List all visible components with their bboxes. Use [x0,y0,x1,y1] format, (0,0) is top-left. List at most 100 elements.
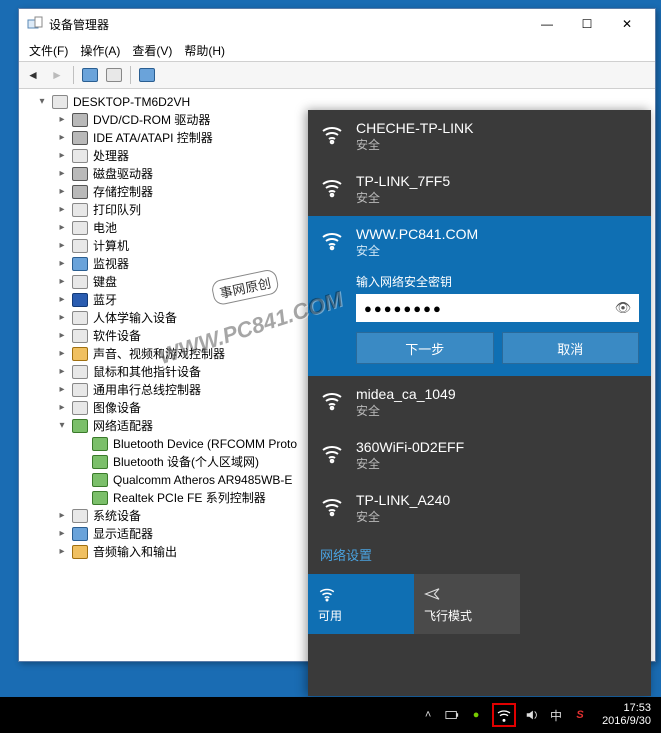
twisty-icon[interactable]: ▸ [55,381,69,399]
device-label: 软件设备 [91,327,141,345]
twisty-icon[interactable]: ▸ [55,291,69,309]
wifi-ssid: CHECHE-TP-LINK [356,120,473,136]
twisty-icon[interactable]: ▸ [55,363,69,381]
computer-icon[interactable] [80,65,100,85]
wifi-status: 安全 [356,242,478,259]
device-icon [72,544,88,560]
scan-icon[interactable] [137,65,157,85]
menu-file[interactable]: 文件(F) [23,40,74,61]
device-icon [72,148,88,164]
titlebar[interactable]: 设备管理器 — ☐ ✕ [19,9,655,39]
tray-power-icon[interactable] [444,707,460,723]
close-button[interactable]: ✕ [607,13,647,35]
device-label: 电池 [91,219,117,237]
wifi-network-item[interactable]: CHECHE-TP-LINK安全 [308,110,651,163]
wifi-network-item[interactable]: TP-LINK_7FF5安全 [308,163,651,216]
wifi-list: CHECHE-TP-LINK安全TP-LINK_7FF5安全WWW.PC841.… [308,110,651,535]
device-label: DESKTOP-TM6D2VH [71,93,190,111]
forward-button[interactable]: ► [47,65,67,85]
wifi-icon [318,585,336,603]
twisty-icon[interactable]: ▸ [55,237,69,255]
maximize-button[interactable]: ☐ [567,13,607,35]
twisty-icon[interactable]: ▸ [55,399,69,417]
wifi-network-item[interactable]: midea_ca_1049安全 [308,376,651,429]
refresh-icon[interactable] [104,65,124,85]
airplane-tile-label: 飞行模式 [424,607,472,624]
airplane-icon [424,585,442,603]
device-label: 系统设备 [91,507,141,525]
twisty-icon[interactable]: ▸ [55,111,69,129]
wifi-network-item[interactable]: 360WiFi-0D2EFF安全 [308,429,651,482]
device-icon [92,436,108,452]
menubar: 文件(F) 操作(A) 查看(V) 帮助(H) [19,39,655,61]
menu-action[interactable]: 操作(A) [74,40,126,61]
wifi-ssid: WWW.PC841.COM [356,226,478,242]
wifi-network-item[interactable]: TP-LINK_A240安全 [308,482,651,535]
device-label: 人体学输入设备 [91,309,177,327]
twisty-icon[interactable]: ▸ [55,507,69,525]
tray-status-icon[interactable]: ● [468,707,484,723]
tree-root[interactable]: ▾ DESKTOP-TM6D2VH [21,93,653,111]
twisty-icon[interactable]: ▸ [55,129,69,147]
airplane-tile[interactable]: 飞行模式 [414,574,520,634]
minimize-button[interactable]: — [527,13,567,35]
device-icon [72,220,88,236]
twisty-icon[interactable]: ▸ [55,543,69,561]
twisty-icon[interactable]: ▸ [55,309,69,327]
tray-sogou-icon[interactable]: S [572,707,588,723]
device-icon [72,346,88,362]
wifi-ssid: TP-LINK_7FF5 [356,173,450,189]
tray-wifi-icon[interactable] [492,703,516,727]
app-icon [27,16,43,32]
twisty-icon[interactable]: ▸ [55,255,69,273]
network-settings-link[interactable]: 网络设置 [308,535,651,574]
twisty-icon[interactable]: ▸ [55,147,69,165]
wifi-status: 安全 [356,402,456,419]
menu-view[interactable]: 查看(V) [126,40,178,61]
device-icon [72,184,88,200]
reveal-password-icon[interactable]: 👁 [613,300,633,316]
clock[interactable]: 17:53 2016/9/30 [596,702,657,728]
twisty-icon[interactable]: ▸ [55,327,69,345]
device-label: 通用串行总线控制器 [91,381,201,399]
cancel-button[interactable]: 取消 [502,332,640,364]
device-icon [72,364,88,380]
device-label: DVD/CD-ROM 驱动器 [91,111,210,129]
wifi-network-item[interactable]: WWW.PC841.COM安全 [308,216,651,269]
device-label: 监视器 [91,255,129,273]
twisty-icon[interactable]: ▸ [55,219,69,237]
twisty-icon[interactable]: ▸ [55,273,69,291]
device-icon [72,292,88,308]
twisty-icon[interactable]: ▸ [55,183,69,201]
twisty-icon[interactable]: ▸ [55,345,69,363]
wifi-icon [320,228,344,252]
tray-chevron-icon[interactable]: ˄ [420,707,436,723]
toolbar: ◄ ► [19,61,655,89]
password-prompt: 输入网络安全密钥 [356,273,639,290]
device-label: IDE ATA/ATAPI 控制器 [91,129,213,147]
separator [73,66,74,84]
twisty-icon[interactable]: ▾ [55,417,69,435]
device-label: 磁盘驱动器 [91,165,153,183]
tray-volume-icon[interactable] [524,707,540,723]
tray-ime-indicator[interactable]: 中 [548,707,564,723]
twisty-icon[interactable]: ▸ [55,165,69,183]
device-icon [52,94,68,110]
password-input[interactable] [362,300,613,317]
twisty-icon[interactable]: ▸ [55,525,69,543]
wifi-connect-panel: 输入网络安全密钥 👁 下一步取消 [308,269,651,376]
wifi-status: 安全 [356,136,473,153]
wifi-ssid: TP-LINK_A240 [356,492,450,508]
twisty-icon[interactable]: ▸ [55,201,69,219]
device-label: 打印队列 [91,201,141,219]
twisty-icon[interactable]: ▾ [35,93,49,111]
device-label: 处理器 [91,147,129,165]
device-label: 鼠标和其他指针设备 [91,363,201,381]
device-icon [72,310,88,326]
device-icon [92,454,108,470]
wifi-tile[interactable]: 可用 [308,574,414,634]
next-button[interactable]: 下一步 [356,332,494,364]
back-button[interactable]: ◄ [23,65,43,85]
separator [130,66,131,84]
menu-help[interactable]: 帮助(H) [178,40,231,61]
